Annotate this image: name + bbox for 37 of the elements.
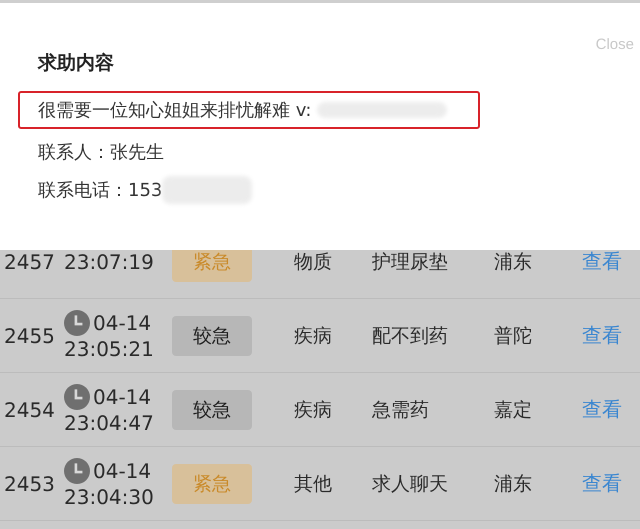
clock-icon [64, 310, 90, 336]
need-text: 配不到药 [372, 324, 449, 348]
request-id: 2457 [3, 250, 56, 274]
urgency-tag: 紧急 [172, 464, 252, 504]
category-text: 其他 [294, 472, 333, 496]
request-id: 2455 [3, 324, 56, 348]
need-text: 护理尿垫 [372, 250, 449, 274]
district-text: 嘉定 [494, 398, 533, 422]
request-time: 23:05:21 [64, 336, 155, 362]
request-date: 04-14 [93, 458, 152, 484]
request-date: 04-14 [93, 310, 152, 336]
urgency-tag: 较急 [172, 390, 252, 430]
district-text: 浦东 [494, 250, 533, 274]
help-text: 很需要一位知心姐姐来排忧解难 v: [38, 99, 312, 122]
urgency-tag: 较急 [172, 316, 252, 356]
request-time: 23:04:30 [64, 484, 155, 510]
category-text: 疾病 [294, 398, 333, 422]
district-text: 浦东 [494, 472, 533, 496]
district-text: 普陀 [494, 324, 533, 348]
request-time: 23:07:19 [64, 248, 155, 274]
dialog-title: 求助内容 [38, 51, 115, 76]
request-id: 2454 [3, 398, 56, 422]
view-link[interactable]: 查看 [582, 396, 622, 423]
need-text: 急需药 [372, 398, 430, 422]
request-time: 23:04:47 [64, 410, 155, 436]
contact-text: 联系人：张先生 [38, 141, 164, 164]
view-link[interactable]: 查看 [582, 470, 622, 497]
clock-icon [64, 458, 90, 484]
category-text: 物质 [294, 250, 333, 274]
category-text: 疾病 [294, 324, 333, 348]
need-text: 求人聊天 [372, 472, 449, 496]
request-date: 04-14 [93, 384, 152, 410]
view-link[interactable]: 查看 [582, 322, 622, 349]
phone-text: 联系电话：153 [38, 179, 162, 202]
clock-icon [64, 384, 90, 410]
request-id: 2453 [3, 472, 56, 496]
view-link[interactable]: 查看 [582, 248, 622, 275]
